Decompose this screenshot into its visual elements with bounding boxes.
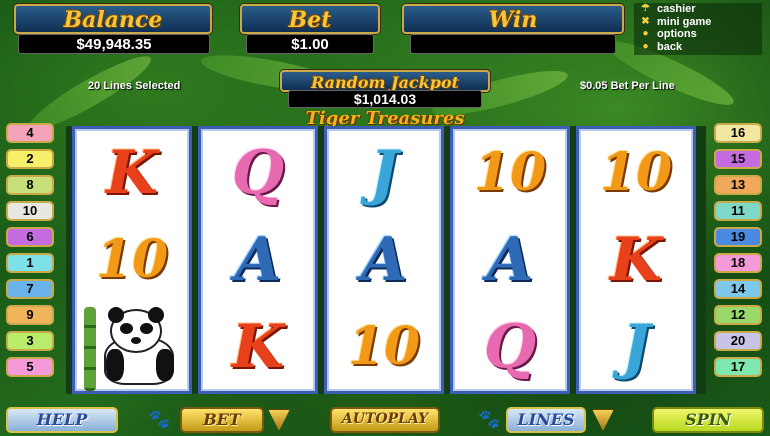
cashier-icon: ☂	[641, 3, 650, 15]
menu-item-label: options	[657, 28, 697, 41]
reel-1: K 10	[72, 126, 192, 394]
bet-label: Bet	[288, 7, 332, 33]
menu-item-back[interactable]: ● back	[634, 41, 762, 54]
line-badge-right[interactable]: 19	[714, 227, 762, 247]
menu-item-label: back	[657, 40, 683, 53]
symbol-k: K	[609, 224, 663, 295]
lines-selected-label: 20 Lines Selected	[88, 80, 181, 92]
line-badge-left[interactable]: 3	[6, 331, 54, 351]
symbol-10: 10	[347, 316, 421, 377]
line-badge-left[interactable]: 5	[6, 357, 54, 377]
line-badge-left[interactable]: 9	[6, 305, 54, 325]
balance-label: Balance	[63, 7, 163, 33]
reel-5: 10 K J	[576, 126, 696, 394]
menu-item-options[interactable]: ● options	[634, 28, 762, 41]
line-badge-left[interactable]: 8	[6, 175, 54, 195]
symbol-k: K	[105, 137, 159, 208]
line-badge-right[interactable]: 11	[714, 201, 762, 221]
balance-value: $49,948.35	[18, 34, 210, 54]
symbol-k: K	[231, 311, 285, 382]
line-badge-left[interactable]: 4	[6, 123, 54, 143]
symbol-10: 10	[599, 142, 673, 203]
reel-4: 10 A Q	[450, 126, 570, 394]
lines-button[interactable]: LINES	[506, 407, 586, 433]
bet-value: $1.00	[246, 34, 374, 54]
menu-item-cashier[interactable]: ☂ cashier	[634, 3, 762, 16]
line-badge-left[interactable]: 10	[6, 201, 54, 221]
line-badge-left[interactable]: 6	[6, 227, 54, 247]
line-badge-right[interactable]: 15	[714, 149, 762, 169]
line-badge-right[interactable]: 20	[714, 331, 762, 351]
symbol-a: A	[360, 224, 408, 295]
symbol-10: 10	[473, 142, 547, 203]
symbol-a: A	[234, 224, 282, 295]
win-label: Win	[488, 7, 538, 33]
symbol-q: Q	[483, 311, 537, 382]
line-badge-right[interactable]: 16	[714, 123, 762, 143]
symbol-10: 10	[95, 229, 169, 290]
paw-icon: 🐾	[478, 409, 501, 430]
line-badge-right[interactable]: 14	[714, 279, 762, 299]
menu-item-mini-game[interactable]: ✖ mini game	[634, 16, 762, 29]
mini-game-icon: ✖	[641, 15, 650, 27]
line-badge-left[interactable]: 7	[6, 279, 54, 299]
balance-plate: Balance	[14, 4, 212, 34]
line-badge-right[interactable]: 12	[714, 305, 762, 325]
jackpot-plate: Random Jackpot	[280, 70, 490, 92]
jackpot-value: $1,014.03	[288, 90, 482, 108]
reel-3: J A 10	[324, 126, 444, 394]
autoplay-button[interactable]: AUTOPLAY	[330, 407, 440, 433]
symbol-a: A	[486, 224, 534, 295]
reel-area: K 10 Q A K J A 10 10 A Q 10 K J	[66, 126, 706, 394]
reel-2: QAK	[198, 126, 318, 394]
line-badge-left[interactable]: 1	[6, 253, 54, 273]
help-button[interactable]: HELP	[6, 407, 118, 433]
side-menu: ☂ cashier ✖ mini game ● options ● back	[634, 3, 762, 55]
symbol-j: J	[369, 137, 399, 208]
win-plate: Win	[402, 4, 624, 34]
bet-plate: Bet	[240, 4, 380, 34]
line-badge-right[interactable]: 17	[714, 357, 762, 377]
line-badge-left[interactable]: 2	[6, 149, 54, 169]
menu-item-label: mini game	[657, 15, 712, 28]
options-icon: ●	[642, 28, 649, 40]
win-value	[410, 34, 616, 54]
back-icon: ●	[642, 40, 649, 52]
line-badge-right[interactable]: 13	[714, 175, 762, 195]
line-badge-right[interactable]: 18	[714, 253, 762, 273]
spin-button[interactable]: SPIN	[652, 407, 764, 433]
menu-item-label: cashier	[657, 3, 696, 16]
bet-per-line-label: $0.05 Bet Per Line	[580, 80, 675, 92]
symbol-q: Q	[231, 137, 285, 208]
bet-button[interactable]: BET	[180, 407, 264, 433]
symbol-j: J	[621, 311, 651, 382]
paw-icon: 🐾	[148, 409, 171, 430]
panda-symbol	[75, 303, 189, 391]
